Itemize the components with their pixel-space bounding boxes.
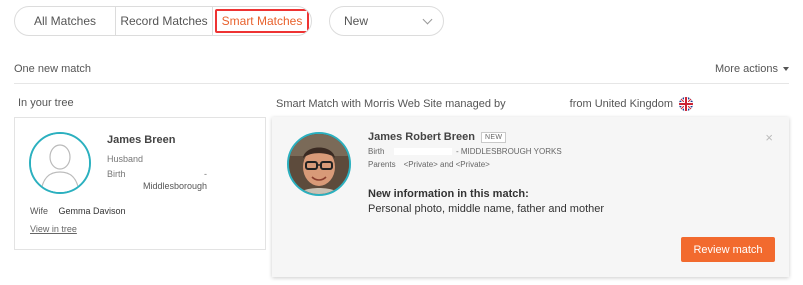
spouse-name: Gemma Davison xyxy=(58,206,126,216)
new-info-text: Personal photo, middle name, father and … xyxy=(368,203,605,215)
match-photo-avatar xyxy=(287,132,351,196)
match-birth-row: Birth - MIDDLESBROUGH YORKS xyxy=(368,147,562,156)
match-birth-place: - MIDDLESBROUGH YORKS xyxy=(456,147,562,156)
match-count-text: One new match xyxy=(14,62,92,75)
status-filter-value: New xyxy=(344,14,369,28)
tab-all-matches[interactable]: All Matches xyxy=(15,7,116,35)
tree-person-relation: Husband xyxy=(107,154,144,164)
chevron-down-icon xyxy=(422,14,433,24)
match-birth-label: Birth xyxy=(368,147,385,156)
column-heading-tree: In your tree xyxy=(18,97,74,109)
tree-person-birth: Birth - xyxy=(107,169,207,179)
column-heading-match: Smart Match with Morris Web Site managed… xyxy=(276,97,693,111)
match-parents-value: <Private> and <Private> xyxy=(403,160,490,169)
new-information-section: New information in this match: Personal … xyxy=(368,188,604,215)
match-name-row: James Robert Breen NEW xyxy=(368,131,562,143)
match-parents-row: Parents <Private> and <Private> xyxy=(368,160,562,169)
tree-person-info: James Breen Husband Birth - xyxy=(107,134,207,179)
new-info-title: New information in this match: xyxy=(368,188,529,200)
tree-person-birth-place: Middlesborough xyxy=(143,181,208,191)
tree-person-card: James Breen Husband Birth - Middlesborou… xyxy=(14,117,266,250)
new-badge: NEW xyxy=(481,131,507,143)
match-source-text: Smart Match with Morris Web Site managed… xyxy=(276,98,506,110)
match-country-text: from United Kingdom xyxy=(569,98,673,110)
spouse-row: Wife Gemma Davison xyxy=(30,206,126,216)
birth-dash: - xyxy=(204,169,207,179)
birth-label: Birth xyxy=(107,169,126,179)
match-person-info: James Robert Breen NEW Birth - MIDDLESBR… xyxy=(368,131,562,169)
tab-record-matches-label: Record Matches xyxy=(120,14,208,28)
smart-match-card: James Robert Breen NEW Birth - MIDDLESBR… xyxy=(272,117,789,277)
close-icon[interactable]: × xyxy=(765,130,773,145)
tab-smart-matches[interactable]: Smart Matches xyxy=(213,7,311,35)
match-parents-label: Parents xyxy=(368,160,396,169)
tab-all-matches-label: All Matches xyxy=(33,14,97,28)
uk-flag-icon xyxy=(679,97,693,111)
tree-person-name: James Breen xyxy=(107,134,176,146)
summary-row: One new match More actions xyxy=(14,54,789,84)
status-filter-dropdown[interactable]: New xyxy=(329,6,444,36)
redacted-birth-date xyxy=(394,148,452,155)
tab-smart-matches-label: Smart Matches xyxy=(214,9,310,33)
tab-record-matches[interactable]: Record Matches xyxy=(116,7,213,35)
match-tabs: All Matches Record Matches Smart Matches xyxy=(14,6,312,36)
silhouette-avatar-icon xyxy=(29,132,91,194)
view-in-tree-link[interactable]: View in tree xyxy=(30,224,77,234)
match-person-name: James Robert Breen xyxy=(368,131,475,143)
more-actions-button[interactable]: More actions xyxy=(715,63,789,75)
spouse-label: Wife xyxy=(30,206,48,216)
caret-down-icon xyxy=(783,66,789,71)
more-actions-label: More actions xyxy=(715,62,778,75)
review-match-button[interactable]: Review match xyxy=(681,237,775,262)
